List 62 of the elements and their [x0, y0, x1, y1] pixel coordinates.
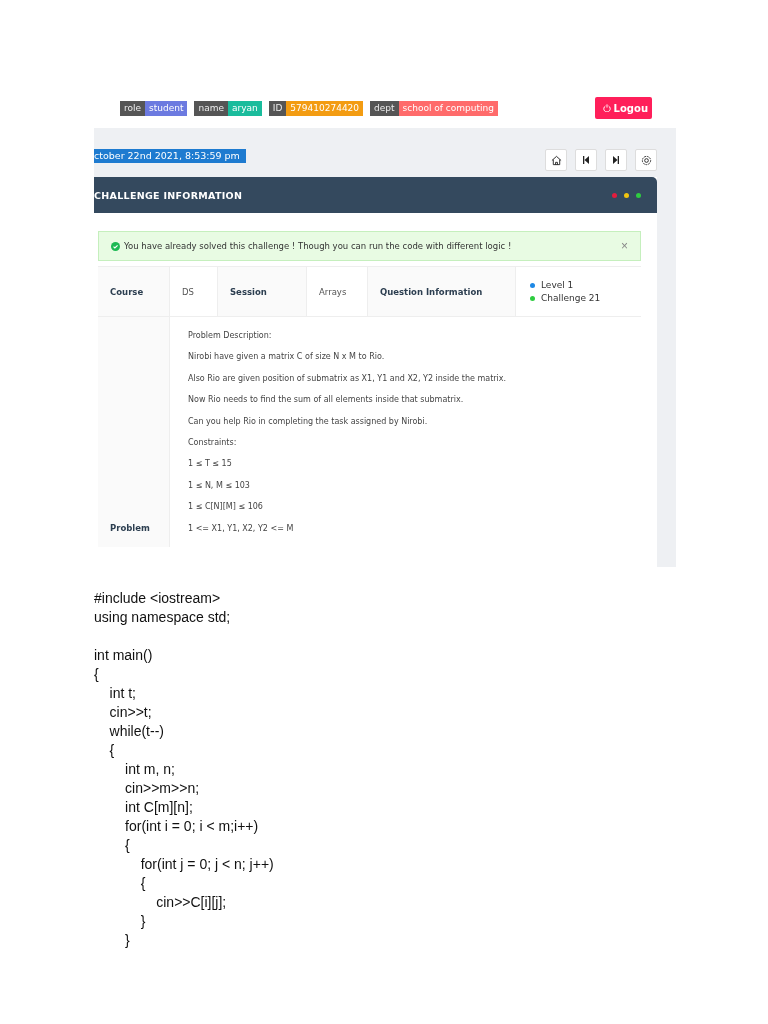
code-line: int t; [108, 684, 137, 703]
problem-text: Constraints: [188, 437, 238, 447]
code-line: int C[m][n]; [124, 798, 194, 817]
info-item: Level 1 [530, 280, 641, 290]
status-dot [612, 192, 617, 198]
problem-text: Also Rio are given position of submatrix as X1, Y1 and X2, Y2 inside the matrix. [188, 373, 508, 383]
problem-text: 1 ≤ T ≤ 15 [188, 459, 233, 469]
status-dot [636, 192, 641, 198]
logout-button[interactable]: Logou [594, 97, 652, 119]
code-line: { [124, 836, 131, 855]
code-line: int m, n; [124, 760, 176, 779]
code-line: { [139, 874, 147, 893]
table-cell: Arrays [307, 267, 368, 317]
code-line: } [139, 912, 147, 931]
table-header-cell: Session [218, 267, 307, 317]
badge-value: student [145, 100, 188, 116]
skip-forward-icon [612, 156, 620, 164]
info-item: Challenge 21 [530, 293, 641, 303]
settings-button[interactable] [635, 149, 657, 171]
gear-icon [640, 154, 652, 166]
table-header-cell: Course [98, 267, 170, 317]
table-header-cell: Problem [110, 522, 150, 533]
badge-label: role [120, 100, 146, 116]
code-line: #include <iostream> [94, 589, 222, 608]
card-title: CHALLENGE INFORMATION [94, 189, 243, 201]
badge-label: dept [370, 100, 399, 116]
code-line: for(int i = 0; i < m;i++) [124, 817, 260, 836]
problem-text: Nirobi have given a matrix C of size N x M to Rio. [188, 352, 386, 362]
code-line: using namespace std; [94, 608, 232, 627]
code-line: } [124, 931, 131, 950]
code-line: int main() [94, 646, 154, 665]
code-line: { [108, 741, 116, 760]
check-circle-icon [111, 241, 120, 251]
next-button[interactable] [605, 149, 627, 171]
badge-value: aryan [228, 100, 262, 116]
code-line: cin>>C[i][j]; [155, 893, 228, 912]
status-dot [624, 192, 629, 198]
code-line: while(t--) [108, 722, 165, 741]
power-icon [602, 104, 611, 112]
badge-value: 579410274420 [286, 100, 364, 116]
problem-text: Problem Description: [188, 331, 273, 340]
table-cell: DS [170, 267, 218, 317]
home-button[interactable] [545, 149, 567, 171]
badge-value: school of computing [398, 100, 498, 116]
code-line: cin>>t; [108, 703, 153, 722]
badge-label: ID [268, 100, 287, 116]
problem-text: 1 ≤ C[N][M] ≤ 106 [188, 502, 264, 512]
problem-text: 1 ≤ N, M ≤ 103 [188, 480, 251, 490]
badge-label: name [194, 100, 228, 116]
problem-text: 1 <= X1, Y1, X2, Y2 <= M [188, 523, 295, 533]
previous-button[interactable] [575, 149, 597, 171]
problem-text: Now Rio needs to find the sum of all elements inside that submatrix. [188, 395, 465, 405]
home-icon [550, 154, 562, 166]
table-header-cell: Question Information [368, 267, 516, 317]
code-line: { [94, 665, 100, 684]
close-button[interactable]: × [621, 239, 628, 253]
date-badge: ctober 22nd 2021, 8:53:59 pm [94, 149, 246, 163]
code-line: cin>>m>>n; [124, 779, 201, 798]
code-line: for(int j = 0; j < n; j++) [139, 855, 275, 874]
problem-text: Can you help Rio in completing the task assigned by Nirobi. [188, 416, 429, 426]
alert-message: You have already solved this challenge ! Though you can run the code with different logic ! [124, 241, 513, 251]
skip-back-icon [582, 156, 590, 164]
